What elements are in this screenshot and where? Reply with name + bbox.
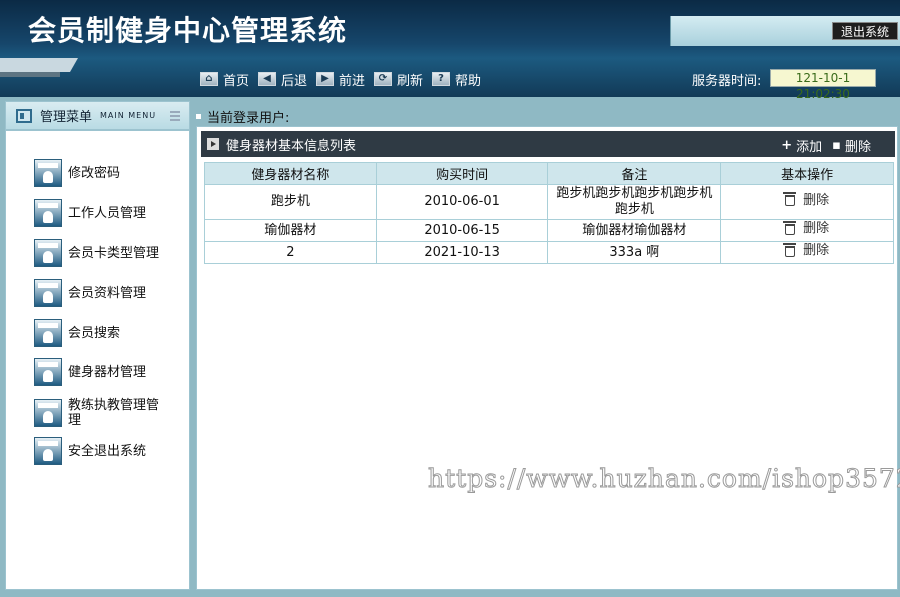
sidebar-item-label: 修改密码 [68,165,121,181]
home-icon: ⌂ [200,72,218,86]
cell-actions: 删除 [720,241,894,264]
server-time-value: 121-10-1 21:02:30 [770,69,876,101]
current-user-label: 当前登录用户: [207,110,290,126]
window-user-icon [34,358,62,386]
cell-note: 瑜伽器材瑜伽器材 [547,219,722,242]
app-title: 会员制健身中心管理系统 [28,14,348,47]
main-panel: 健身器材基本信息列表 + 添加 ▪ 删除 健身器材名称 购买时间 备注 基本操作 [196,126,898,590]
sidebar-menu: 修改密码 工作人员管理 会员卡类型管理 会员资料管理 会员搜索 健身器材管理 教… [5,130,190,590]
column-header: 备注 [547,162,722,185]
cell-actions: 删除 [720,219,894,242]
nav-forward-label: 前进 [339,73,366,89]
trash-icon [783,242,797,257]
help-icon: ? [432,72,450,86]
delete-row-button[interactable]: 删除 [783,220,830,237]
back-arrow-icon: ◀ [258,72,276,86]
delete-row-button[interactable]: 删除 [783,242,830,259]
sidebar-item-label: 工作人员管理 [68,205,147,221]
nav-refresh-label: 刷新 [397,73,424,89]
table-row: 瑜伽器材 2010-06-15 瑜伽器材瑜伽器材 删除 [204,219,894,242]
nav-refresh[interactable]: ⟳ 刷新 [374,70,424,89]
sidebar-item-safe-logout[interactable]: 安全退出系统 [34,437,164,465]
bulk-delete-button[interactable]: ▪ 删除 [832,136,871,155]
refresh-icon: ⟳ [374,72,392,86]
nav-home-label: 首页 [223,73,250,89]
window-user-icon [34,239,62,267]
delete-row-label: 删除 [803,243,830,259]
delete-row-label: 删除 [803,192,830,208]
cell-name: 瑜伽器材 [204,219,377,242]
cell-actions: 删除 [720,184,894,220]
current-user-bar: 当前登录用户: [196,106,289,126]
sidebar-item-member-search[interactable]: 会员搜索 [34,319,164,347]
sidebar-header: 管理菜单 MAIN MENU [5,101,190,130]
forward-arrow-icon: ▶ [316,72,334,86]
cell-note: 跑步机跑步机跑步机跑步机跑步机 [547,184,722,220]
sidebar-item-equipment[interactable]: 健身器材管理 [34,358,164,386]
play-icon [207,138,219,150]
watermark-text: https://www.huzhan.com/ishop3572 [428,464,900,494]
menu-icon [16,108,32,123]
sidebar-item-members[interactable]: 会员资料管理 [34,279,164,307]
plus-icon: + [781,138,793,153]
sidebar-item-label: 教练执教管理管理 [68,398,160,428]
nav-forward[interactable]: ▶ 前进 [316,70,366,89]
table-row: 2 2021-10-13 333a 啊 删除 [204,241,894,264]
window-user-icon [34,199,62,227]
monitor-icon [0,58,78,77]
trash-icon: ▪ [832,138,841,153]
nav-back[interactable]: ◀ 后退 [258,70,308,89]
delete-label: 删除 [844,140,871,155]
sidebar-item-label: 会员搜索 [68,325,121,341]
column-header: 健身器材名称 [204,162,377,185]
trash-icon [783,192,797,207]
nav-help[interactable]: ? 帮助 [432,70,482,89]
sidebar-item-label: 会员资料管理 [68,285,147,301]
logout-button[interactable]: 退出系统 [832,22,898,40]
cell-note: 333a 啊 [547,241,722,264]
add-label: 添加 [796,140,823,155]
add-button[interactable]: + 添加 [781,136,822,155]
sidebar-item-label: 会员卡类型管理 [68,245,160,261]
cell-name: 2 [204,241,377,264]
cell-date: 2010-06-15 [375,219,549,242]
bullet-icon [196,113,201,119]
cell-date: 2021-10-13 [375,241,549,264]
window-user-icon [34,319,62,347]
table-header-row: 健身器材名称 购买时间 备注 基本操作 [204,162,894,185]
server-time-label: 服务器时间: [692,74,762,89]
nav-back-label: 后退 [281,73,308,89]
list-header: 健身器材基本信息列表 + 添加 ▪ 删除 [201,131,895,157]
nav-help-label: 帮助 [455,73,482,89]
delete-row-label: 删除 [803,221,830,237]
window-user-icon [34,159,62,187]
nav-home[interactable]: ⌂ 首页 [200,70,250,89]
sidebar-item-change-password[interactable]: 修改密码 [34,159,164,187]
sidebar-item-label: 安全退出系统 [68,443,147,459]
cell-date: 2010-06-01 [375,184,549,220]
window-user-icon [34,279,62,307]
sidebar-title: 管理菜单 [40,110,93,125]
list-title: 健身器材基本信息列表 [226,138,357,154]
window-user-icon [34,399,62,427]
column-header: 基本操作 [720,162,894,185]
cell-name: 跑步机 [204,184,377,220]
sidebar-item-card-types[interactable]: 会员卡类型管理 [34,239,164,267]
list-lines-icon [170,110,181,121]
sidebar-item-label: 健身器材管理 [68,364,147,380]
table-row: 跑步机 2010-06-01 跑步机跑步机跑步机跑步机跑步机 删除 [204,184,894,220]
window-user-icon [34,437,62,465]
sidebar-item-staff[interactable]: 工作人员管理 [34,199,164,227]
sidebar-item-coaching[interactable]: 教练执教管理管理 [34,398,164,428]
equipment-table: 健身器材名称 购买时间 备注 基本操作 跑步机 2010-06-01 跑步机跑步… [204,162,894,264]
sidebar-subtitle: MAIN MENU [100,111,157,120]
trash-icon [783,220,797,235]
delete-row-button[interactable]: 删除 [783,192,830,209]
column-header: 购买时间 [375,162,549,185]
